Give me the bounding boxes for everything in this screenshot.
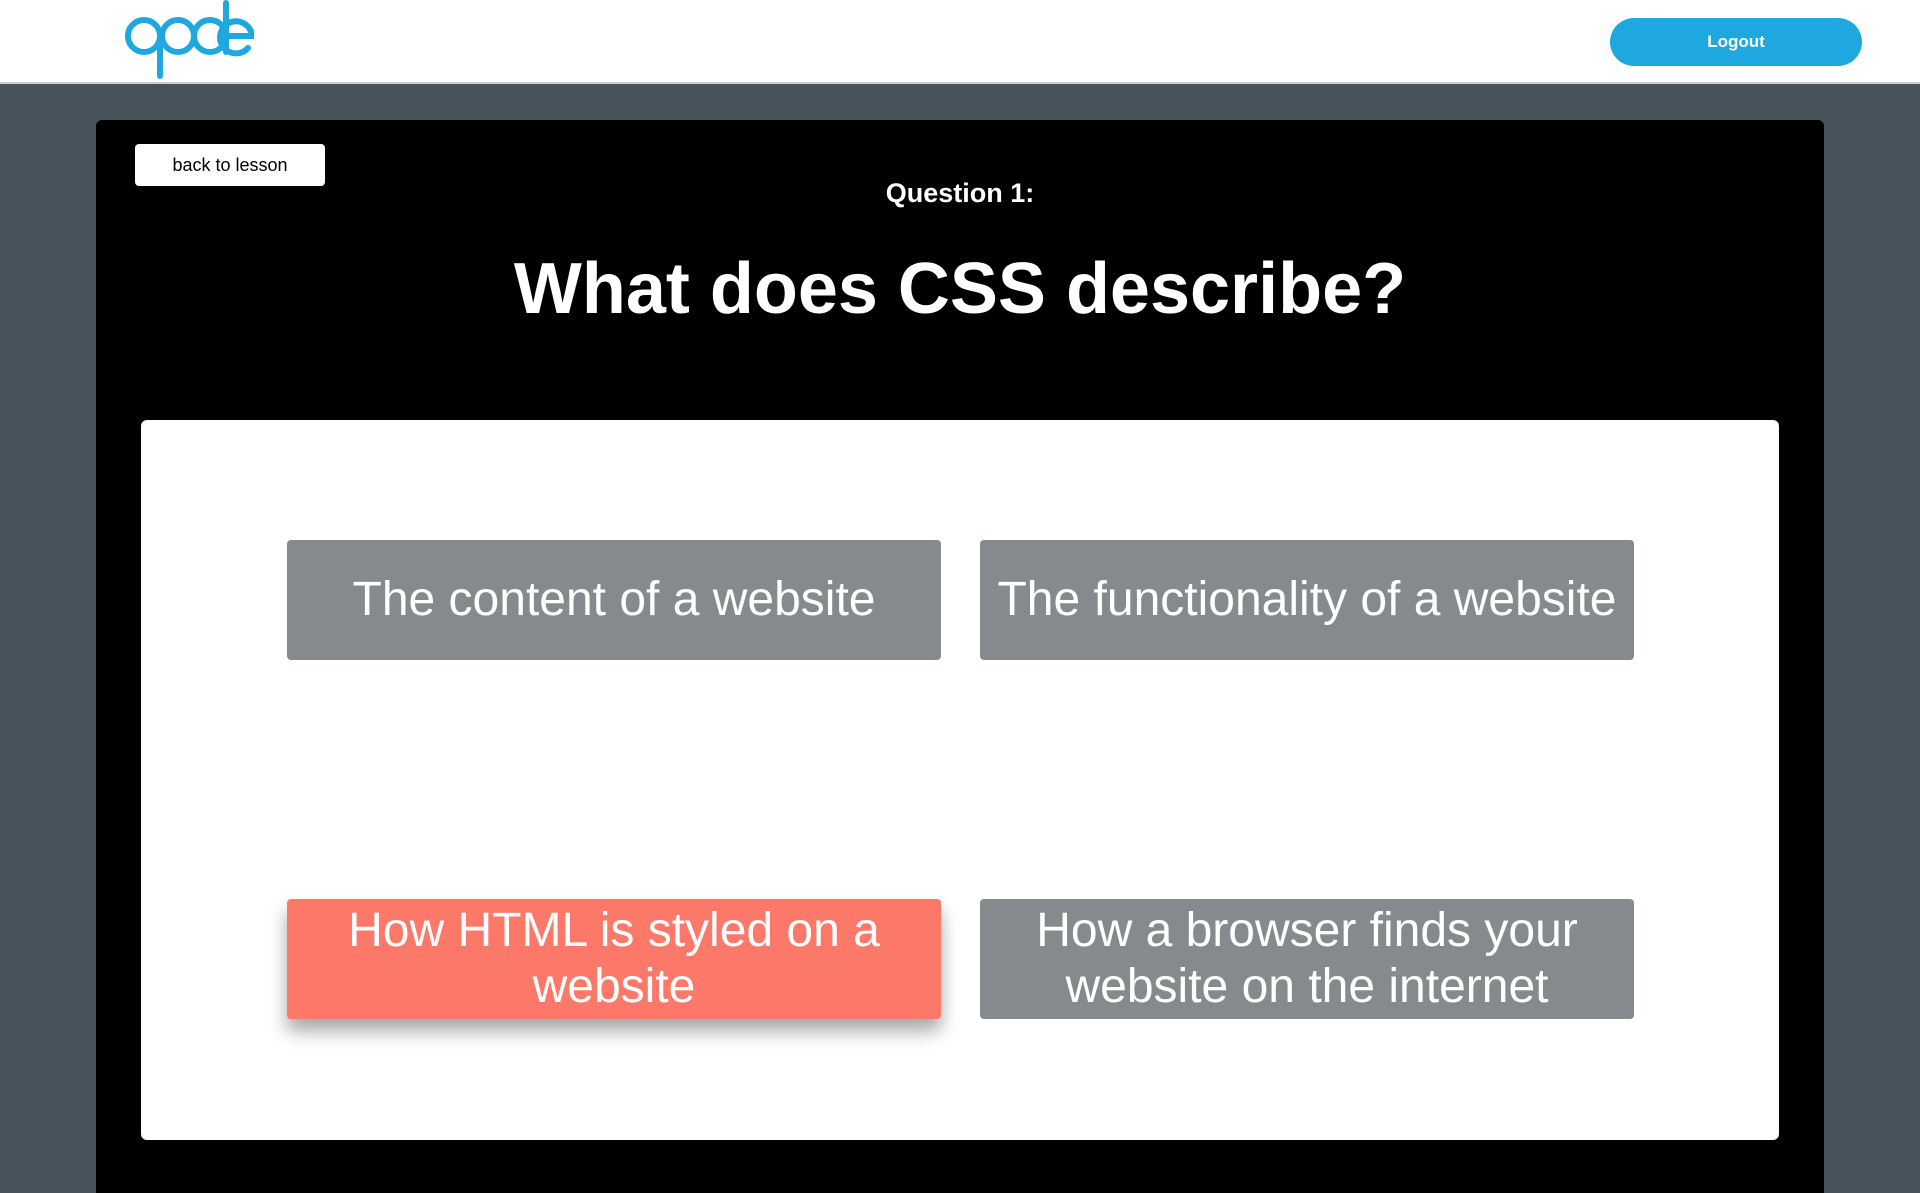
answer-option-3-selected[interactable]: How HTML is styled on a website xyxy=(287,899,941,1019)
qode-logo[interactable] xyxy=(124,0,256,82)
question-number: Question 1: xyxy=(885,178,1035,208)
answer-option-1[interactable]: The content of a website xyxy=(287,540,941,660)
logout-button[interactable]: Logout xyxy=(1610,18,1862,66)
quiz-panel: back to lesson Question 1: What does CSS… xyxy=(96,120,1824,1193)
question-title: What does CSS describe? xyxy=(513,249,1407,329)
qode-logo-mark xyxy=(125,0,256,79)
answers-area: The content of a website The functionali… xyxy=(141,420,1779,1140)
answer-option-2[interactable]: The functionality of a website xyxy=(980,540,1634,660)
top-header: Logout xyxy=(0,0,1920,84)
answer-option-4[interactable]: How a browser finds your website on the … xyxy=(980,899,1634,1019)
